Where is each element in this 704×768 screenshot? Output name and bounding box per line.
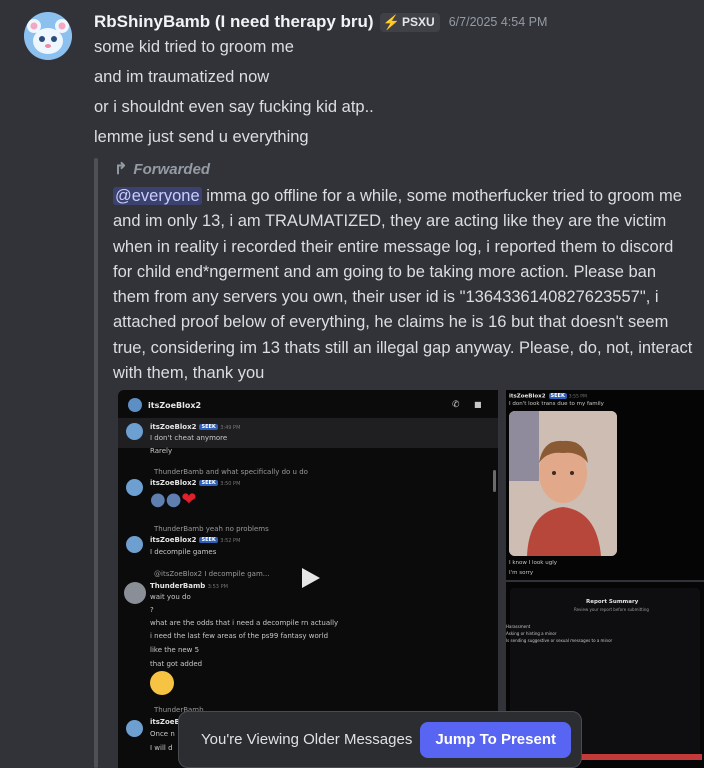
username[interactable]: RbShinyBamb (I need therapy bru) [94, 12, 374, 32]
shot-message: I know I look ugly [509, 560, 557, 566]
image-attachment[interactable]: itsZoeBlox2 SEEK 3:55 PM I don't look tra… [506, 390, 704, 580]
selfie-photo [509, 411, 617, 556]
message-avatar [126, 479, 143, 496]
shot-message: wait you do [150, 593, 191, 601]
shot-username: itsZoeBlox2 SEEK 3:49 PM [150, 423, 241, 431]
shot-message: I decompile games [150, 548, 217, 556]
scrollbar-thumb[interactable] [493, 470, 496, 492]
shot-message: I will d [150, 744, 173, 752]
lightning-icon: ⚡ [382, 13, 401, 30]
shot-message: that got added [150, 660, 203, 668]
shot-reply: ThunderBamb yeah no problems [154, 525, 269, 533]
message-line: and im traumatized now [94, 68, 270, 86]
shot-message: what are the odds that i need a decompil… [150, 619, 339, 627]
jump-to-present-button[interactable]: Jump To Present [420, 721, 571, 758]
forward-quote-bar [94, 158, 98, 768]
crying-emoji-icon [150, 671, 174, 695]
people-emoji-icon: ●● [150, 489, 182, 510]
report-item: Is sending suggestive or sexual messages… [506, 638, 613, 643]
shot-message: ? [150, 606, 154, 614]
shot-message: i need the last few areas of the ps99 fa… [150, 632, 329, 640]
shot-message: like the new 5 [150, 646, 200, 654]
older-messages-banner: You're Viewing Older Messages Jump To Pr… [178, 711, 582, 768]
video-camera-icon: ■ [474, 400, 482, 409]
emoji-row: ●●❤ [150, 490, 197, 510]
message-line: some kid tried to groom me [94, 38, 294, 56]
older-messages-text: You're Viewing Older Messages [201, 731, 413, 748]
shot-reply: ThunderBamb and what specifically do u d… [154, 468, 308, 476]
message-header: RbShinyBamb (I need therapy bru) ⚡ PSXU … [94, 11, 547, 33]
message-avatar [126, 720, 143, 737]
phone-icon: ✆ [452, 400, 460, 410]
report-title: Report Summary [586, 599, 639, 605]
report-item: Asking or hinting a minor [506, 631, 557, 636]
shot-reply: @itsZoeBlox2 I decompile gam... [154, 570, 270, 578]
avatar-art [24, 12, 72, 60]
dm-avatar [128, 398, 142, 412]
message-avatar [124, 582, 146, 604]
forwarded-label: ↱ Forwarded [114, 159, 210, 179]
guild-tag-label: PSXU [402, 15, 435, 29]
timestamp: 6/7/2025 4:54 PM [448, 15, 548, 29]
message: RbShinyBamb (I need therapy bru) ⚡ PSXU … [0, 0, 704, 768]
play-icon[interactable] [298, 566, 322, 590]
shot-message: I don't look trans due to my family [509, 401, 604, 407]
selfie-art [509, 411, 617, 556]
shot-username: itsZoeBlox2 SEEK 3:55 PM [509, 393, 587, 400]
report-item: Harassment [506, 624, 531, 629]
shot-message: I'm sorry [509, 570, 534, 576]
message-avatar [126, 423, 143, 440]
forwarded-text: Forwarded [133, 160, 211, 178]
forwarded-body: imma go offline for a while, some mother… [113, 187, 693, 383]
report-subtitle: Review your report before submitting [574, 607, 649, 612]
shot-username: ThunderBamb 3:53 PM [150, 582, 228, 590]
message-line: or i shouldnt even say fucking kid atp.. [94, 98, 374, 116]
shot-username: itsZoeB [150, 718, 180, 726]
shot-message: I don't cheat anymore [150, 434, 228, 442]
everyone-mention[interactable]: @everyone [113, 187, 202, 205]
dm-title: itsZoeBlox2 [148, 401, 202, 410]
message-avatar [126, 536, 143, 553]
message-line: lemme just send u everything [94, 128, 309, 146]
forwarded-message-text: @everyone imma go offline for a while, s… [113, 184, 693, 386]
forward-arrow-icon: ↱ [114, 161, 128, 178]
shot-message: Once n [150, 730, 175, 738]
user-avatar[interactable] [24, 12, 72, 60]
shot-username: itsZoeBlox2 SEEK 3:52 PM [150, 536, 241, 544]
shot-message: Rarely [150, 447, 173, 455]
shot-username: itsZoeBlox2 SEEK 3:50 PM [150, 479, 241, 487]
heart-emoji-icon: ❤ [181, 489, 197, 510]
message-content: some kid tried to groom me and im trauma… [94, 36, 374, 156]
guild-tag[interactable]: ⚡ PSXU [379, 12, 440, 32]
